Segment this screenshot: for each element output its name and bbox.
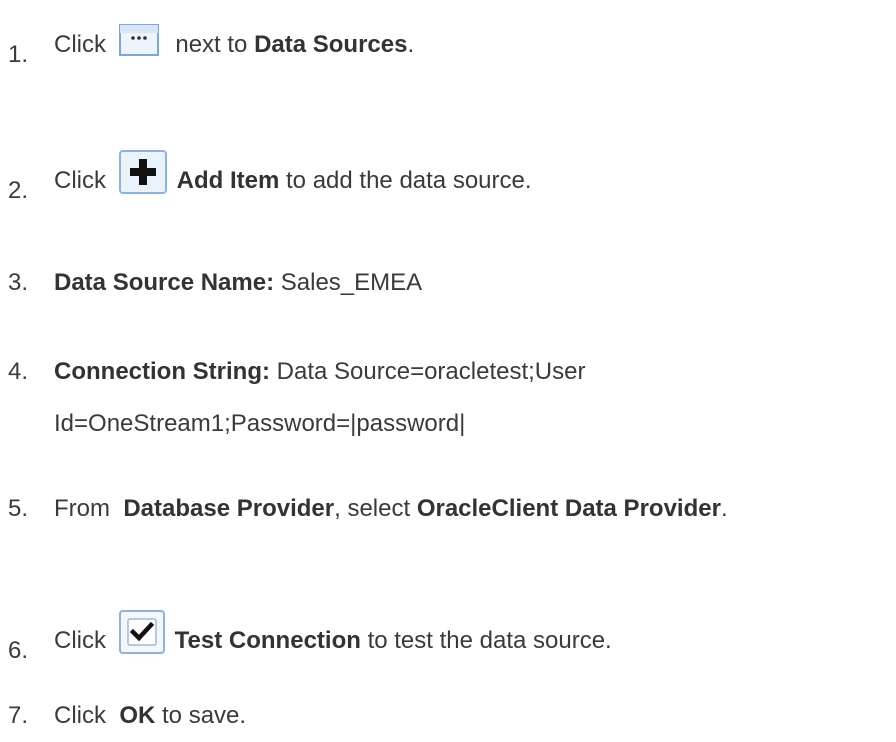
ui-term: Database Provider — [123, 495, 335, 522]
ellipsis-button-icon — [118, 24, 159, 56]
ui-term: Test Connection — [174, 627, 361, 654]
step-7: 7. Click OK to save. — [8, 701, 246, 731]
step-4-continuation: Id=OneStream1;Password=|password| — [54, 410, 466, 437]
ui-term: OK — [119, 702, 156, 729]
step-number: 3. — [8, 269, 29, 296]
checkmark-icon — [118, 610, 165, 654]
step-text: to test the data source. — [367, 627, 612, 654]
step-text: Sales_EMEA — [280, 269, 423, 296]
ui-term: Add Item — [176, 167, 280, 194]
step-number: 7. — [8, 702, 29, 729]
step-number: 4. — [8, 358, 29, 385]
step-text: . — [407, 31, 415, 58]
step-3: 3. Data Source Name: Sales_EMEA — [8, 268, 422, 298]
ui-term: OracleClient Data Provider — [416, 495, 721, 522]
step-5: 5. From Database Provider, select OracleC… — [8, 494, 728, 524]
step-text: to save. — [162, 702, 247, 729]
step-text: Click — [54, 31, 113, 58]
step-text: Click — [54, 627, 113, 654]
plus-add-icon — [118, 150, 167, 194]
step-number: 2. — [8, 177, 29, 204]
step-2: 2. Click Add Item to add the data source. — [8, 150, 532, 204]
step-text: Data Source=oracletest;User — [276, 358, 586, 385]
step-number: 5. — [8, 495, 29, 522]
step-text: , select — [334, 495, 411, 522]
step-4: 4. Connection String: Data Source=oraclet… — [8, 357, 585, 387]
step-text: Click — [54, 702, 113, 729]
ui-term: Connection String: — [54, 358, 270, 385]
step-1: 1. Click next to Data Sources. — [8, 24, 415, 68]
step-number: 1. — [8, 41, 29, 68]
step-text: next to — [168, 31, 248, 58]
step-text: Click — [54, 167, 113, 194]
ui-term: Data Sources — [254, 31, 408, 58]
step-number: 6. — [8, 637, 29, 664]
step-text: From — [54, 495, 117, 522]
step-text: to add the data source. — [286, 167, 532, 194]
step-6: 6. Click Test Connection to test the data… — [8, 610, 612, 664]
ui-term: Data Source Name: — [54, 269, 275, 296]
step-text: . — [720, 495, 728, 522]
